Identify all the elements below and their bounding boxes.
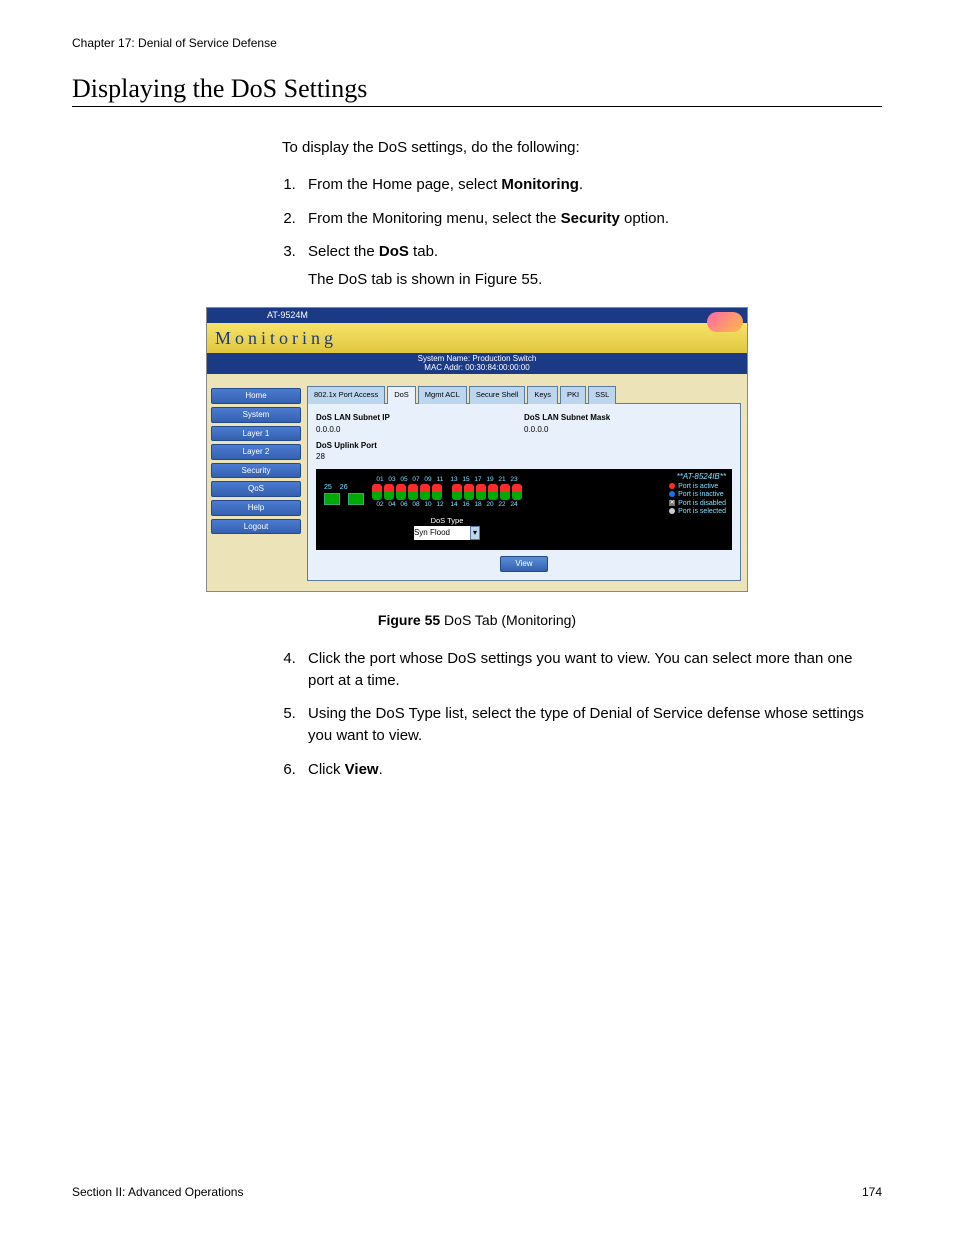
port[interactable] (372, 492, 382, 500)
step-item: From the Home page, select Monitoring. (300, 174, 882, 196)
tab-ssl[interactable]: SSL (588, 386, 616, 404)
port[interactable] (408, 492, 418, 500)
port[interactable] (408, 484, 418, 492)
port-row-bottom (372, 492, 522, 500)
port-box[interactable] (324, 493, 340, 505)
chapter-header: Chapter 17: Denial of Service Defense (72, 36, 882, 50)
subnet-mask-label: DoS LAN Subnet Mask (524, 412, 732, 424)
bottom-port-numbers: 020406081012 141618202224 (372, 500, 522, 509)
sidebar-item-security[interactable]: Security (211, 463, 301, 479)
figure-title: DoS Tab (Monitoring) (440, 612, 576, 628)
section-title: Displaying the DoS Settings (72, 74, 882, 107)
port[interactable] (500, 484, 510, 492)
step-note: The DoS tab is shown in Figure 55. (308, 269, 882, 291)
dos-type-label: DoS Type (372, 516, 522, 527)
model-label: **AT-8524IB** (677, 471, 726, 483)
port[interactable] (512, 492, 522, 500)
step-item: From the Monitoring menu, select the Sec… (300, 208, 882, 230)
figure-number: Figure 55 (378, 612, 440, 628)
app-product-name: AT-9524M (207, 308, 747, 323)
port[interactable] (500, 492, 510, 500)
footer-page-number: 174 (862, 1185, 882, 1199)
subnet-ip-label: DoS LAN Subnet IP (316, 412, 524, 424)
port-row-top (372, 484, 522, 492)
tab-802-1x-port-access[interactable]: 802.1x Port Access (307, 386, 385, 404)
app-screenshot: AT-9524M Monitoring System Name: Product… (206, 307, 748, 592)
port-box[interactable] (348, 493, 364, 505)
port[interactable] (384, 492, 394, 500)
legend-selected: Port is selected (669, 508, 726, 516)
subnet-mask-value: 0.0.0.0 (524, 424, 732, 436)
chevron-down-icon[interactable]: ▾ (470, 526, 480, 540)
intro-paragraph: To display the DoS settings, do the foll… (282, 137, 882, 159)
tab-secure-shell[interactable]: Secure Shell (469, 386, 526, 404)
port[interactable] (488, 492, 498, 500)
step-item: Select the DoS tab.The DoS tab is shown … (300, 241, 882, 291)
uplink-label: DoS Uplink Port (316, 440, 524, 452)
dos-type-select[interactable]: Syn Flood ▾ (414, 526, 480, 540)
port[interactable] (372, 484, 382, 492)
sidebar-item-help[interactable]: Help (211, 500, 301, 516)
sidebar-item-logout[interactable]: Logout (211, 519, 301, 535)
tab-keys[interactable]: Keys (527, 386, 558, 404)
top-port-numbers: 010305070911 131517192123 (372, 475, 522, 484)
dos-panel: DoS LAN Subnet IP 0.0.0.0 DoS LAN Subnet… (307, 403, 741, 580)
port[interactable] (464, 484, 474, 492)
port[interactable] (452, 492, 462, 500)
brand-logo (707, 312, 743, 332)
footer-section: Section II: Advanced Operations (72, 1185, 243, 1199)
port[interactable] (432, 484, 442, 492)
step-item: Click the port whose DoS settings you wa… (300, 648, 882, 692)
subnet-ip-value: 0.0.0.0 (316, 424, 524, 436)
view-button[interactable]: View (500, 556, 547, 572)
steps-list-continued: Click the port whose DoS settings you wa… (282, 648, 882, 781)
port[interactable] (476, 492, 486, 500)
port[interactable] (452, 484, 462, 492)
sidebar-item-system[interactable]: System (211, 407, 301, 423)
sidebar-nav: Home System Layer 1 Layer 2 Security QoS Help L… (207, 374, 305, 590)
app-system-info: System Name: Production Switch MAC Addr:… (207, 353, 747, 375)
tab-bar: 802.1x Port AccessDoSMgmt ACLSecure Shel… (307, 386, 741, 404)
step-item: Click View. (300, 759, 882, 781)
port[interactable] (488, 484, 498, 492)
tab-mgmt-acl[interactable]: Mgmt ACL (418, 386, 467, 404)
app-page-title: Monitoring (207, 323, 747, 353)
uplink-ports: 2526 (324, 475, 364, 505)
steps-list: From the Home page, select Monitoring. Fr… (282, 174, 882, 291)
figure-55: AT-9524M Monitoring System Name: Product… (72, 307, 882, 630)
sidebar-item-qos[interactable]: QoS (211, 481, 301, 497)
step-item: Using the DoS Type list, select the type… (300, 703, 882, 747)
figure-caption: Figure 55 DoS Tab (Monitoring) (378, 610, 576, 630)
port[interactable] (396, 492, 406, 500)
sidebar-item-layer-2[interactable]: Layer 2 (211, 444, 301, 460)
legend-inactive: Port is inactive (669, 491, 726, 499)
sidebar-item-layer-1[interactable]: Layer 1 (211, 426, 301, 442)
port[interactable] (464, 492, 474, 500)
sidebar-item-home[interactable]: Home (211, 388, 301, 404)
mac-addr-line: MAC Addr: 00:30:84:00:00:00 (207, 364, 747, 373)
legend-active: Port is active (669, 483, 726, 491)
port-diagram: **AT-8524IB** Port is active Port is ina… (316, 469, 732, 550)
port[interactable] (384, 484, 394, 492)
dos-type-value: Syn Flood (414, 527, 450, 539)
port[interactable] (432, 492, 442, 500)
port[interactable] (420, 484, 430, 492)
uplink-value: 28 (316, 451, 524, 463)
legend-disabled: Port is disabled (669, 500, 726, 508)
port-legend: Port is active Port is inactive Port is … (669, 483, 726, 517)
port[interactable] (476, 484, 486, 492)
port[interactable] (396, 484, 406, 492)
tab-pki[interactable]: PKI (560, 386, 586, 404)
port[interactable] (420, 492, 430, 500)
port[interactable] (512, 484, 522, 492)
tab-dos[interactable]: DoS (387, 386, 416, 404)
